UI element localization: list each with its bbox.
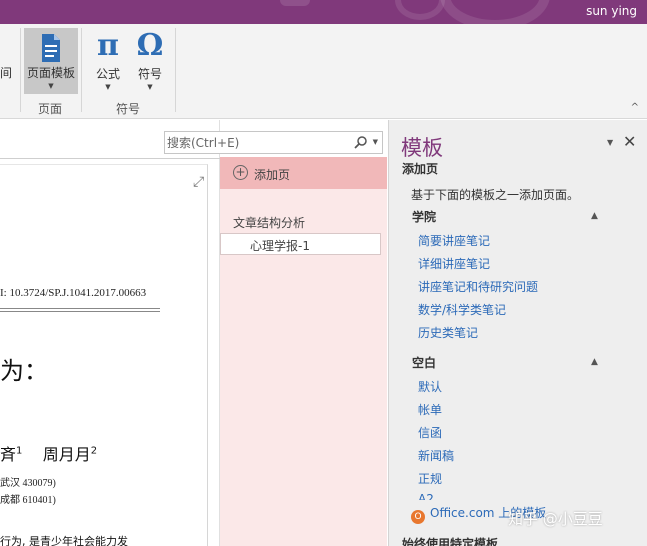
category-blank[interactable]: 空白	[412, 354, 436, 371]
chevron-up-icon[interactable]: ▲	[591, 357, 598, 367]
author-1: 斉	[0, 445, 17, 464]
close-icon[interactable]: ✕	[623, 132, 636, 151]
template-link[interactable]: 简要讲座笔记	[418, 232, 490, 249]
template-link[interactable]: 新闻稿	[418, 447, 454, 464]
affiliation-1: 武汉 430079)	[0, 478, 56, 489]
template-pane-description: 基于下面的模板之一添加页面。	[411, 188, 580, 202]
search-input[interactable]	[167, 134, 347, 151]
page-template-icon	[42, 34, 60, 62]
symbol-label: 符号	[137, 67, 162, 81]
search-icon[interactable]	[354, 135, 368, 153]
chevron-down-icon[interactable]: ▼	[373, 138, 378, 146]
abstract-fragment: 行为, 是青少年社会能力发	[0, 535, 128, 546]
template-link[interactable]: 信函	[418, 424, 442, 441]
formula-label: 公式	[95, 67, 120, 81]
author-sup-1: 1	[16, 445, 23, 457]
pane-options-icon[interactable]: ▼	[607, 138, 613, 147]
group-label-symbol: 符号	[116, 102, 141, 116]
title-decoration	[395, 0, 445, 20]
search-box[interactable]: ▼	[164, 131, 383, 154]
pi-icon: π	[97, 28, 119, 63]
always-use-template-label: 始终使用特定模板	[402, 537, 499, 546]
expand-icon[interactable]: ⤢	[193, 174, 204, 190]
chevron-down-icon: ▼	[105, 83, 111, 91]
category-academic[interactable]: 学院	[412, 208, 436, 225]
add-page-label: 添加页	[254, 168, 291, 182]
add-page-button[interactable]: + 添加页	[220, 157, 387, 189]
authors: 斉1 周月月2	[0, 441, 97, 465]
page-canvas[interactable]: I: 10.3724/SP.J.1041.2017.00663 为： 斉1 周月…	[0, 120, 220, 546]
user-name[interactable]: sun ying	[586, 4, 637, 18]
doi-text: I: 10.3724/SP.J.1041.2017.00663	[0, 287, 147, 299]
ribbon-separator	[81, 28, 82, 112]
page-item-article-structure[interactable]: 文章结构分析	[233, 214, 305, 231]
template-pane-title: 模板	[401, 136, 443, 160]
title-bar: sun ying	[0, 0, 647, 24]
template-pane: 模板 ▼ ✕ 添加页 基于下面的模板之一添加页面。 学院 ▲ 简要讲座笔记 详细…	[388, 120, 647, 546]
template-link[interactable]: 讲座笔记和待研究问题	[418, 278, 538, 295]
formula-button[interactable]: π 公式 ▼	[88, 28, 128, 94]
omega-icon: Ω	[136, 28, 164, 63]
affiliation-2: 成都 610401)	[0, 495, 56, 506]
office-icon: O	[411, 510, 425, 524]
page-list: + 添加页 文章结构分析 心理学报-1	[220, 157, 387, 546]
template-link[interactable]: A2	[418, 492, 434, 500]
page-template-button[interactable]: 页面模板 ▼	[24, 28, 78, 94]
template-link[interactable]: 帐单	[418, 401, 442, 418]
watermark: 知乎 @小豆豆	[508, 510, 603, 528]
template-link[interactable]: 正规	[418, 470, 442, 487]
ribbon-separator	[175, 28, 176, 112]
onenote-window: sun ying 间 页面模板 ▼ π 公式 ▼ Ω 符号 ▼ 页面 符号 ^ …	[0, 0, 647, 546]
divider	[0, 158, 220, 159]
symbol-button[interactable]: Ω 符号 ▼	[130, 28, 170, 94]
chevron-down-icon: ▼	[147, 83, 153, 91]
author-sup-2: 2	[90, 445, 98, 457]
title-decoration	[280, 0, 310, 6]
page-item-psych-journal[interactable]: 心理学报-1	[220, 233, 381, 255]
document-image: I: 10.3724/SP.J.1041.2017.00663 为： 斉1 周月…	[0, 164, 208, 546]
ribbon-separator	[20, 28, 21, 112]
template-link[interactable]: 默认	[418, 378, 442, 395]
author-2: 周月月	[42, 445, 91, 464]
chevron-up-icon[interactable]: ▲	[591, 211, 598, 221]
title-decoration	[440, 0, 550, 24]
collapse-ribbon-icon[interactable]: ^	[631, 102, 639, 113]
rule-line	[0, 311, 160, 312]
template-link[interactable]: 详细讲座笔记	[418, 255, 490, 272]
ribbon: 间 页面模板 ▼ π 公式 ▼ Ω 符号 ▼ 页面 符号 ^	[0, 24, 647, 119]
rule-line	[0, 308, 160, 309]
template-link[interactable]: 数学/科学类笔记	[418, 301, 506, 318]
group-label-page: 页面	[38, 102, 63, 116]
ribbon-clipped-label[interactable]: 间	[0, 64, 12, 81]
chevron-down-icon: ▼	[48, 82, 54, 90]
template-link[interactable]: 历史类笔记	[418, 324, 478, 341]
plus-circle-icon: +	[233, 165, 248, 180]
document-title-fragment: 为：	[0, 357, 48, 385]
page-template-label: 页面模板	[26, 66, 75, 80]
template-pane-subtitle: 添加页	[402, 162, 439, 176]
